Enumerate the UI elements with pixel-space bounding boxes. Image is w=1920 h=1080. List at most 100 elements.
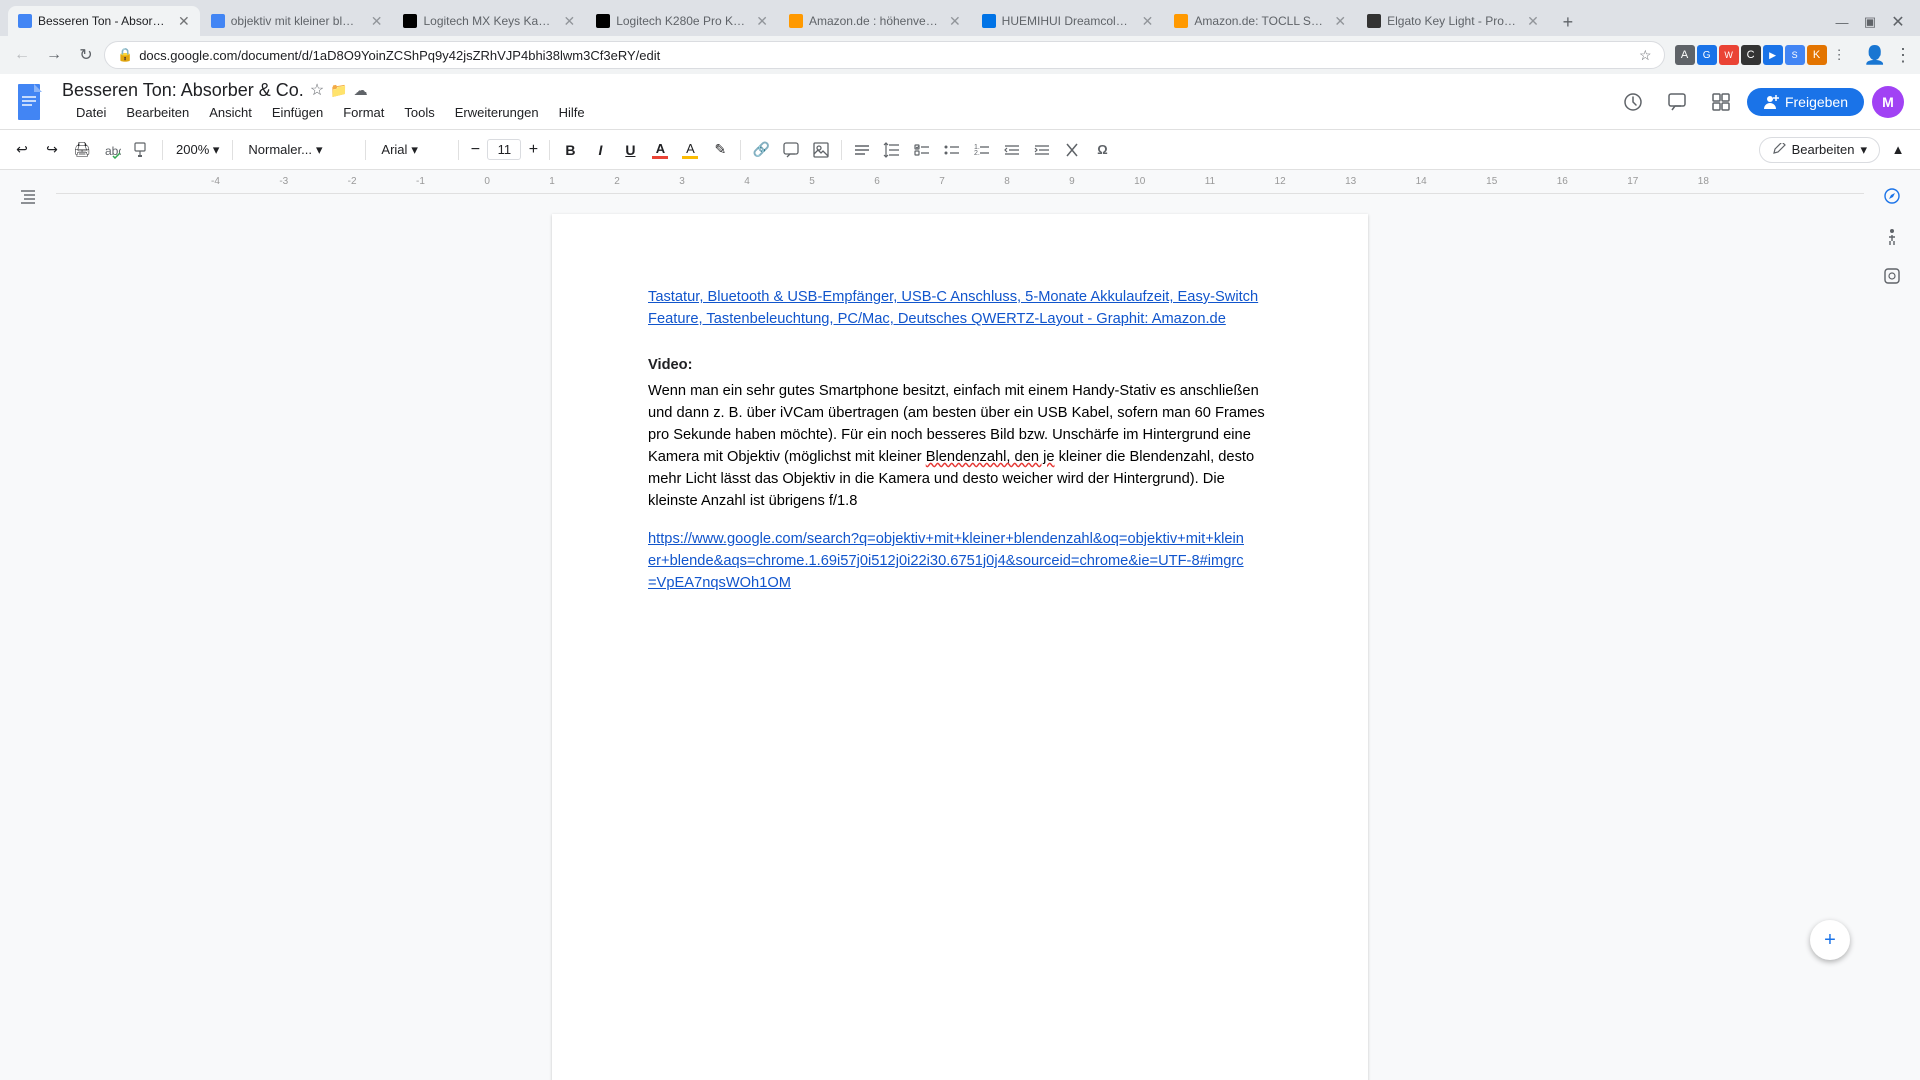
indent-more-button[interactable] [1028,136,1056,164]
star-icon[interactable]: ☆ [310,80,324,100]
browser-tab-5[interactable]: Amazon.de : höhenverstell... ✕ [779,6,971,36]
insert-link-button[interactable]: 🔗 [747,136,775,164]
profile-icon[interactable]: 👤 [1860,45,1890,66]
redo-button[interactable]: ↪ [38,136,66,164]
menu-ansicht[interactable]: Ansicht [199,101,262,124]
undo-button[interactable]: ↩ [8,136,36,164]
reload-button[interactable]: ↻ [72,41,100,69]
back-button[interactable]: ← [8,41,36,69]
insert-comment-button[interactable] [777,136,805,164]
tab-close-8[interactable]: ✕ [1527,13,1539,30]
tab-close-3[interactable]: ✕ [563,13,575,30]
toolbar-expand-button[interactable]: ▲ [1884,136,1912,164]
italic-button[interactable]: I [586,136,614,164]
ext-icon-5[interactable]: ▶ [1763,45,1783,65]
extensions-button[interactable]: ⋮ [1829,47,1850,63]
folder-icon[interactable]: 📁 [330,82,347,99]
paragraph-style-selector[interactable]: Normaler... ▾ [239,139,359,161]
browser-tab-7[interactable]: Amazon.de: TOCLL Smart... ✕ [1164,6,1356,36]
ruler: -4 -3 -2 -1 0 1 2 3 4 5 6 7 8 9 10 11 12 [56,170,1864,194]
spellcheck-button[interactable]: abc [98,136,126,164]
tab-close-6[interactable]: ✕ [1142,13,1154,30]
browser-tab-8[interactable]: Elgato Key Light - Profess... ✕ [1357,6,1549,36]
underline-button[interactable]: U [616,136,644,164]
tab-label-3: Logitech MX Keys Kabel.... [423,14,553,28]
tab-close-7[interactable]: ✕ [1334,13,1346,30]
forward-button[interactable]: → [40,41,68,69]
browser-tab-6[interactable]: HUEMIHUI Dreamcolour... ✕ [972,6,1164,36]
tab-close-2[interactable]: ✕ [371,13,383,30]
bold-button[interactable]: B [556,136,584,164]
browser-tab-3[interactable]: Logitech MX Keys Kabel.... ✕ [393,6,585,36]
last-edit-button[interactable] [1615,84,1651,120]
restore-button[interactable]: ▣ [1856,8,1884,36]
align-button[interactable] [848,136,876,164]
text-color-button[interactable]: A [646,136,674,164]
assistant-button[interactable] [1874,258,1910,294]
menu-format[interactable]: Format [333,101,394,124]
highlight-button[interactable]: A [676,136,704,164]
clear-format-button[interactable] [1058,136,1086,164]
insert-image-button[interactable] [807,136,835,164]
font-size-increase-button[interactable]: + [523,140,543,160]
explore-button[interactable] [1874,178,1910,214]
ext-icon-7[interactable]: K [1807,45,1827,65]
ext-icon-4[interactable]: C [1741,45,1761,65]
bullet-list-button[interactable] [938,136,966,164]
menu-datei[interactable]: Datei [66,101,116,124]
font-size-value[interactable]: 11 [487,139,521,160]
browser-tab-2[interactable]: objektiv mit kleiner blend... ✕ [201,6,393,36]
print-button[interactable]: 🖨 [68,136,96,164]
ext-icon-1[interactable]: A [1675,45,1695,65]
lock-icon: 🔒 [117,47,133,63]
ext-icon-6[interactable]: S [1785,45,1805,65]
tab-close-1[interactable]: ✕ [178,13,190,30]
docs-content-area[interactable]: Tastatur, Bluetooth & USB-Empfänger, USB… [56,194,1864,1080]
line-spacing-icon [883,141,901,159]
cloud-icon[interactable]: ☁ [354,82,368,99]
menu-einfuegen[interactable]: Einfügen [262,101,333,124]
user-avatar[interactable]: M [1872,86,1904,118]
add-floating-button[interactable]: + [1810,920,1850,960]
special-char-button[interactable]: Ω [1088,136,1116,164]
browser-tab-4[interactable]: Logitech K280e Pro Kabel... ✕ [586,6,778,36]
view-toggle-button[interactable] [1703,84,1739,120]
tab-label-2: objektiv mit kleiner blend... [231,14,361,28]
highlight-indicator: A [682,141,698,159]
comments-button[interactable] [1659,84,1695,120]
paintformat-icon [133,141,151,159]
ext-icon-3[interactable]: W [1719,45,1739,65]
tab-close-4[interactable]: ✕ [756,13,768,30]
docs-logo[interactable] [16,82,46,122]
checklist-button[interactable] [908,136,936,164]
video-link[interactable]: https://www.google.com/search?q=objektiv… [648,528,1272,594]
indent-less-button[interactable] [998,136,1026,164]
font-size-decrease-button[interactable]: − [465,140,485,160]
menu-hilfe[interactable]: Hilfe [549,101,595,124]
share-button[interactable]: Bearbeiten Freigeben [1747,88,1864,116]
numbered-list-button[interactable]: 1.2. [968,136,996,164]
drawing-button[interactable]: ✎ [706,136,734,164]
browser-extensions: A G W C ▶ S K ⋮ [1669,45,1856,65]
ext-icon-2[interactable]: G [1697,45,1717,65]
close-window-button[interactable]: ✕ [1884,8,1912,36]
menu-erweiterungen[interactable]: Erweiterungen [445,101,549,124]
zoom-selector[interactable]: 200% ▾ [169,139,226,161]
menu-bearbeiten[interactable]: Bearbeiten [116,101,199,124]
menu-tools[interactable]: Tools [394,101,444,124]
bookmark-icon[interactable]: ☆ [1639,47,1652,64]
minimize-button[interactable]: — [1828,8,1856,36]
edit-mode-button[interactable]: Bearbeiten ▾ [1759,137,1880,163]
browser-tab-1[interactable]: Besseren Ton - Absorber &... ✕ [8,6,200,36]
keyboard-link[interactable]: Tastatur, Bluetooth & USB-Empfänger, USB… [648,289,1258,327]
zoom-value: 200% [176,142,209,157]
chrome-menu-button[interactable]: ⋮ [1894,45,1912,66]
tab-close-5[interactable]: ✕ [949,13,961,30]
paint-format-button[interactable] [128,136,156,164]
line-spacing-button[interactable] [878,136,906,164]
outline-toggle-button[interactable] [10,178,46,214]
new-tab-button[interactable]: + [1554,8,1582,36]
accessibility-button[interactable] [1874,218,1910,254]
address-bar[interactable]: 🔒 docs.google.com/document/d/1aD8O9YoinZ… [104,41,1665,69]
font-selector[interactable]: Arial ▾ [372,139,452,161]
